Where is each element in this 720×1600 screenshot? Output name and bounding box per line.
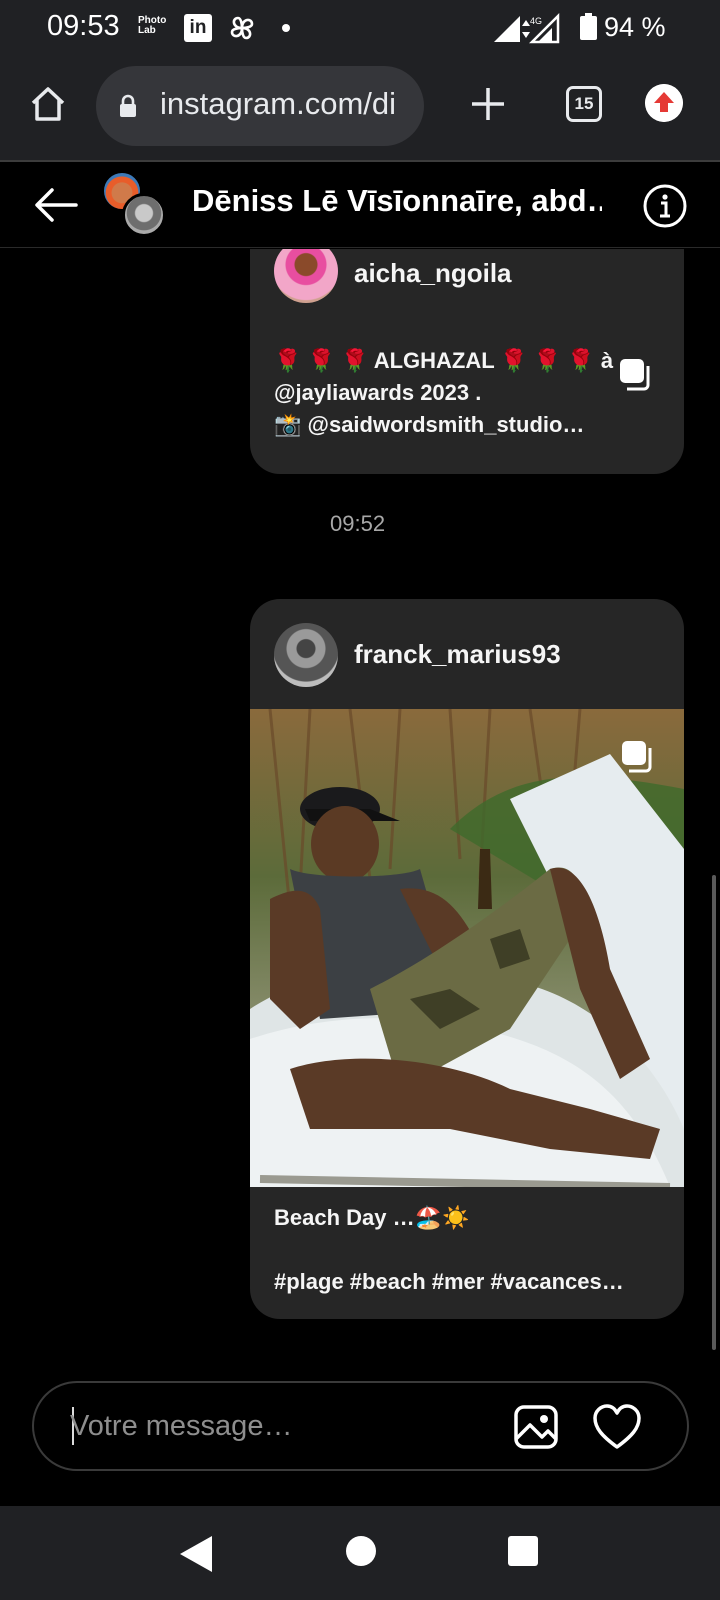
network-type-label: 4G xyxy=(530,16,542,26)
update-arrow-icon[interactable] xyxy=(645,84,683,122)
message-timestamp: 09:52 xyxy=(330,511,386,536)
chat-header: Dēniss Lē Vīsīonnaīre, abd… xyxy=(0,163,720,248)
caption-line: 🌹 🌹 🌹 ALGHAZAL 🌹 🌹 🌹 à xyxy=(274,348,614,373)
photolab-notification-icon: Photo Lab xyxy=(138,16,166,36)
message-composer xyxy=(32,1381,689,1471)
post-caption: 🌹 🌹 🌹 ALGHAZAL 🌹 🌹 🌹 à @jayliawards 2023… xyxy=(274,345,634,441)
post-hashtags: #plage #beach #mer #vacances… xyxy=(274,1269,624,1294)
signal-strength-icon: 4G xyxy=(494,12,560,44)
new-tab-plus-icon[interactable] xyxy=(468,84,508,124)
avatar xyxy=(122,193,166,237)
battery-icon xyxy=(580,13,597,40)
nav-recents-icon[interactable] xyxy=(508,1536,538,1566)
info-icon[interactable] xyxy=(642,183,688,229)
more-notifications-dot-icon xyxy=(282,24,290,32)
browser-toolbar: instagram.com/di 15 xyxy=(0,56,720,162)
system-navigation-bar xyxy=(0,1506,720,1600)
avatar[interactable] xyxy=(274,249,338,303)
group-avatar[interactable] xyxy=(102,171,172,241)
pinwheel-notification-icon xyxy=(230,16,254,40)
address-bar[interactable]: instagram.com/di xyxy=(96,66,424,146)
heart-icon[interactable] xyxy=(592,1403,642,1451)
photolab-label-2: Lab xyxy=(138,25,156,36)
post-username[interactable]: aicha_ngoila xyxy=(354,258,512,289)
url-text[interactable]: instagram.com/di xyxy=(160,86,410,122)
carousel-icon xyxy=(622,741,652,773)
message-list[interactable]: aicha_ngoila 🌹 🌹 🌹 ALGHAZAL 🌹 🌹 🌹 à @jay… xyxy=(0,249,720,1379)
avatar[interactable] xyxy=(274,623,338,687)
caption-line: 📸 @saidwordsmith_studio… xyxy=(274,412,585,437)
status-time: 09:53 xyxy=(47,10,120,42)
caption-line: @jayliawards 2023 . xyxy=(274,380,482,405)
shared-post-card[interactable]: aicha_ngoila 🌹 🌹 🌹 ALGHAZAL 🌹 🌹 🌹 à @jay… xyxy=(250,249,684,474)
image-icon[interactable] xyxy=(512,1403,560,1451)
post-photo xyxy=(250,709,684,1187)
linkedin-notification-icon: in xyxy=(184,14,212,42)
back-arrow-icon[interactable] xyxy=(32,185,80,225)
lock-icon xyxy=(120,94,136,117)
post-image[interactable] xyxy=(250,709,684,1187)
chat-title[interactable]: Dēniss Lē Vīsīonnaīre, abd… xyxy=(192,183,602,219)
battery-percent: 94 % xyxy=(604,12,666,42)
nav-home-icon[interactable] xyxy=(346,1536,376,1566)
message-input[interactable] xyxy=(70,1403,490,1449)
post-username[interactable]: franck_marius93 xyxy=(354,639,561,670)
nav-back-icon[interactable] xyxy=(178,1534,214,1574)
status-bar: 09:53 Photo Lab in 4G 94 % xyxy=(0,0,720,56)
tab-switcher-button[interactable]: 15 xyxy=(566,86,602,122)
scrollbar[interactable] xyxy=(712,875,716,1350)
shared-post-card[interactable]: franck_marius93 Beach Day …🏖️☀️ #plage #… xyxy=(250,599,684,1319)
home-icon[interactable] xyxy=(28,84,68,124)
post-caption: Beach Day …🏖️☀️ xyxy=(274,1205,470,1230)
